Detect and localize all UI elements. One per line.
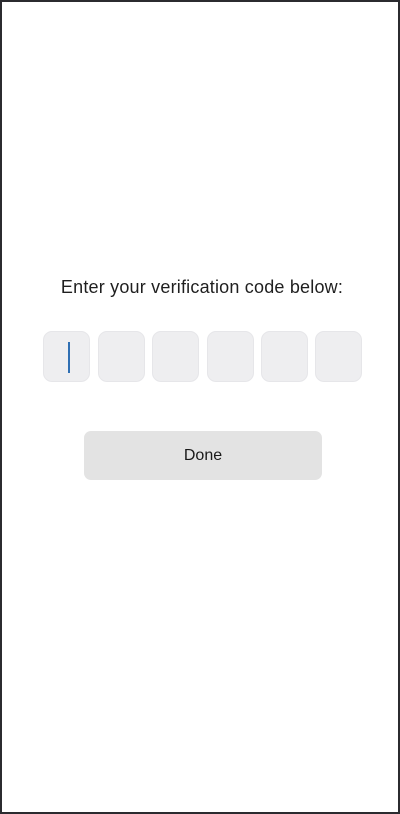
- code-digit-4[interactable]: [207, 331, 254, 382]
- verification-code-input-group: [43, 331, 363, 382]
- done-button[interactable]: Done: [84, 431, 322, 480]
- code-digit-5[interactable]: [261, 331, 308, 382]
- screen-frame: Enter your verification code below: Done: [0, 0, 400, 814]
- code-digit-2[interactable]: [98, 331, 145, 382]
- text-cursor: [68, 342, 70, 373]
- code-digit-6[interactable]: [315, 331, 362, 382]
- code-digit-1[interactable]: [43, 331, 90, 382]
- code-digit-3[interactable]: [152, 331, 199, 382]
- verification-prompt: Enter your verification code below:: [60, 277, 344, 297]
